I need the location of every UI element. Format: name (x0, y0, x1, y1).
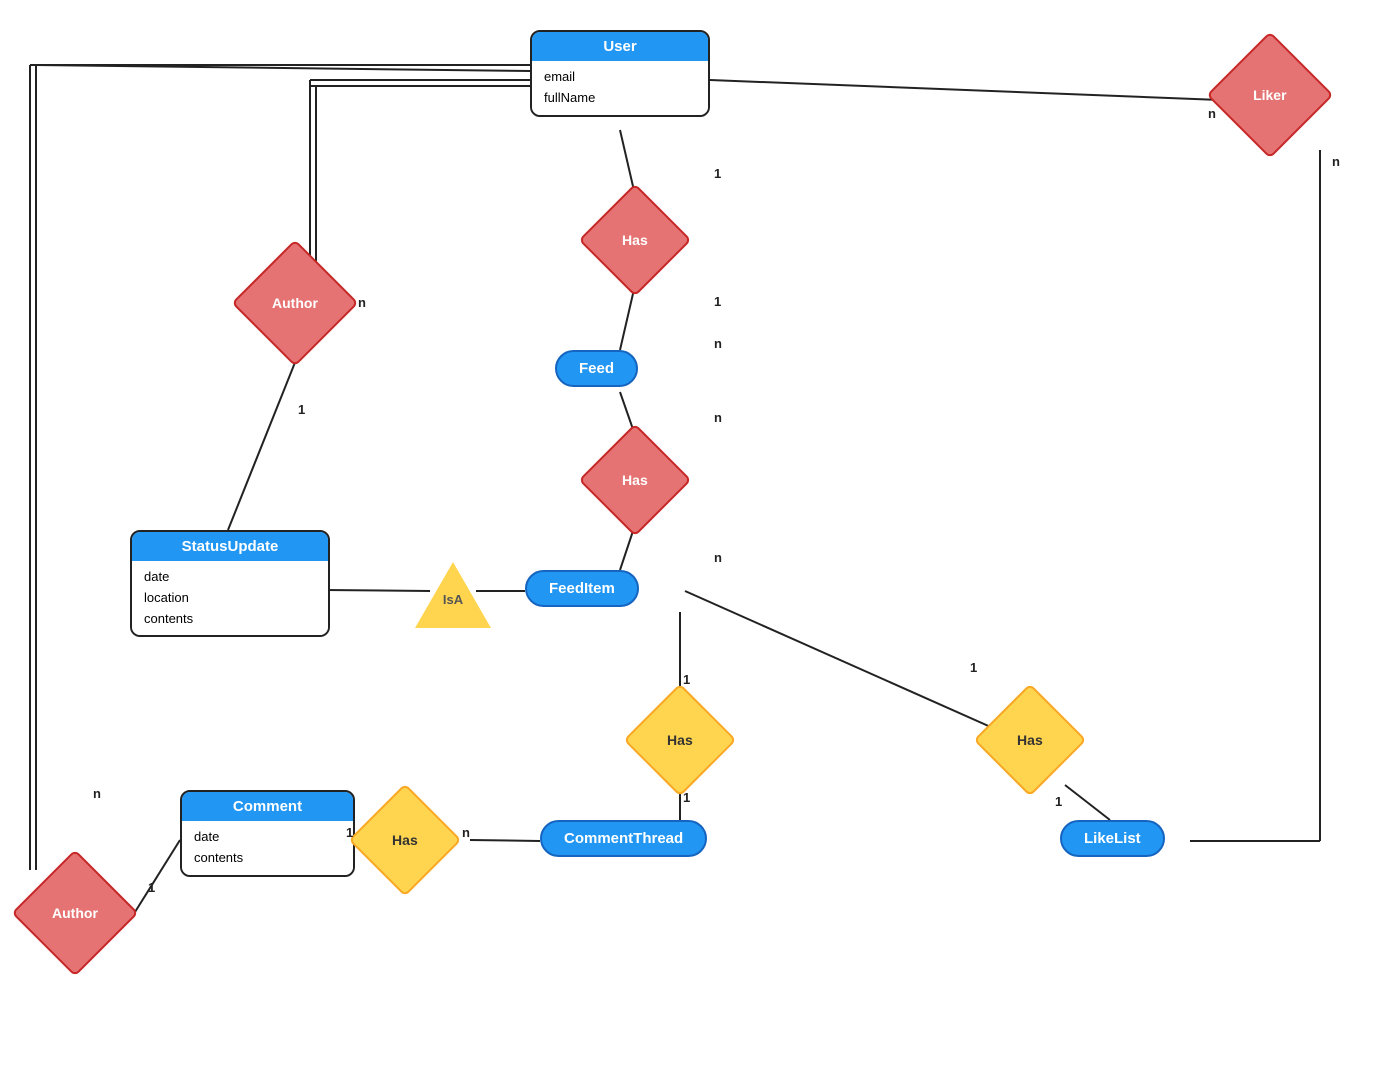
entity-feed: Feed (555, 350, 638, 387)
entity-commentthread: CommentThread (540, 820, 707, 857)
attr-contents2: contents (194, 848, 341, 869)
er-diagram: User email fullName Feed FeedItem Status… (0, 0, 1390, 1070)
attr-date: date (144, 567, 316, 588)
card-7: 1 (298, 402, 305, 417)
attr-email: email (544, 67, 696, 88)
entity-likelist: LikeList (1060, 820, 1165, 857)
card-16: n (93, 786, 101, 801)
attr-date2: date (194, 827, 341, 848)
diamond-liker: Liker (1215, 40, 1325, 150)
attr-location: location (144, 588, 316, 609)
card-8: n (1208, 106, 1216, 121)
diamond-has-feeditem-ll: Has (985, 695, 1075, 785)
card-13: n (462, 825, 470, 840)
card-1: 1 (714, 166, 721, 181)
entity-user-header: User (532, 32, 708, 61)
card-3: n (714, 336, 722, 351)
isa-label: IsA (443, 592, 463, 607)
entity-comment-header: Comment (182, 792, 353, 821)
isa-triangle: IsA (415, 560, 491, 630)
entity-feeditem: FeedItem (525, 570, 639, 607)
diamond-has-user-feed: Has (590, 195, 680, 285)
attr-fullname: fullName (544, 88, 696, 109)
card-2: 1 (714, 294, 721, 309)
entity-comment-body: date contents (182, 821, 353, 875)
entity-statusupdate-body: date location contents (132, 561, 328, 635)
diamond-author-status: Author (240, 248, 350, 358)
card-6: n (358, 295, 366, 310)
card-17: 1 (148, 880, 155, 895)
diamond-has-feeditem-ct: Has (635, 695, 725, 785)
card-15: 1 (1055, 794, 1062, 809)
entity-user-body: email fullName (532, 61, 708, 115)
card-5: n (714, 550, 722, 565)
card-4: n (714, 410, 722, 425)
diamond-author-comment: Author (20, 858, 130, 968)
attr-contents: contents (144, 609, 316, 630)
card-9: n (1332, 154, 1340, 169)
card-14: 1 (970, 660, 977, 675)
card-10: 1 (683, 672, 690, 687)
entity-statusupdate: StatusUpdate date location contents (130, 530, 330, 637)
entity-comment: Comment date contents (180, 790, 355, 877)
entity-statusupdate-header: StatusUpdate (132, 532, 328, 561)
card-12: 1 (346, 825, 353, 840)
diamond-has-comment-ct: Has (360, 795, 450, 885)
card-11: 1 (683, 790, 690, 805)
entity-user: User email fullName (530, 30, 710, 117)
diamond-has-feed-feeditem: Has (590, 435, 680, 525)
